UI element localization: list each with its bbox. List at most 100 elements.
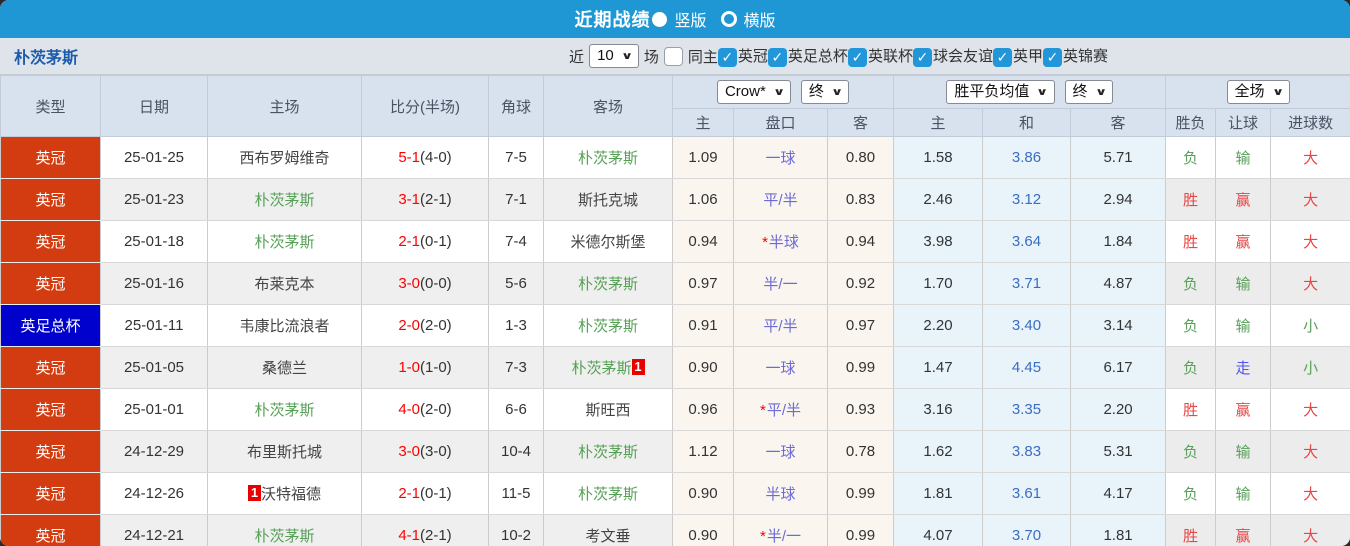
table-row: 英足总杯 25-01-11 韦康比流浪者 2-0(2-0) 1-3 朴茨茅斯 0…	[0, 304, 1350, 347]
cell-avg-away: 5.71	[1070, 136, 1167, 179]
cell-avg-draw: 4.45	[982, 346, 1072, 389]
check-icon: ✓	[1046, 49, 1059, 66]
recent-count-select[interactable]: 10 ∨	[589, 43, 639, 69]
cell-corners: 11-5	[488, 472, 544, 515]
handicap-text: 半/一	[766, 528, 801, 545]
cell-date: 24-12-21	[100, 514, 208, 546]
cell-away: 米德尔斯堡	[543, 220, 673, 263]
avg-final-select[interactable]: 终 ∨	[1064, 79, 1113, 105]
cell-league: 英冠	[0, 472, 101, 515]
check-icon: ✓	[771, 49, 784, 66]
cell-result-handicap: 赢	[1215, 514, 1272, 546]
avg-final-value: 终	[1072, 82, 1088, 100]
cell-corners: 10-4	[488, 430, 544, 473]
col-header-away: 客场	[543, 75, 673, 137]
handicap-text: 半/一	[763, 276, 798, 293]
check-icon: ✓	[916, 49, 929, 66]
team-name: 米德尔斯堡	[570, 234, 646, 251]
avg-metric-select[interactable]: 胜平负均值 ∨	[946, 79, 1055, 105]
cell-avg-draw: 3.71	[982, 262, 1072, 305]
score-main: 1-0	[398, 359, 420, 376]
cell-avg-draw: 3.86	[982, 136, 1072, 179]
cell-avg-home: 3.98	[893, 220, 984, 263]
fulltime-scope-select[interactable]: 全场 ∨	[1226, 79, 1290, 105]
sub-header-avg-draw: 和	[982, 108, 1072, 137]
cell-away: 斯托克城	[543, 178, 673, 221]
cell-date: 25-01-11	[100, 304, 208, 347]
handicap-text: 一球	[765, 150, 796, 167]
cell-avg-away: 1.81	[1070, 514, 1167, 546]
cell-crow-away: 0.78	[826, 430, 895, 473]
team-name: 朴茨茅斯	[254, 402, 315, 419]
cell-away: 考文垂	[543, 514, 673, 546]
red-card-badge: 1	[631, 359, 645, 375]
cell-home: 朴茨茅斯	[207, 178, 362, 221]
cell-corners: 7-3	[488, 346, 544, 389]
cell-away: 朴茨茅斯 1	[543, 346, 673, 389]
cell-crow-home: 1.09	[672, 136, 734, 179]
cell-corners: 6-6	[488, 388, 544, 431]
league-checkbox-3[interactable]: ✓	[912, 47, 932, 67]
cell-home: 布莱克本	[207, 262, 362, 305]
chevron-down-icon: ∨	[620, 50, 633, 62]
league-filters: ✓ 英冠 ✓ 英足总杯 ✓ 英联杯 ✓ 球会友谊 ✓ 英甲 ✓ 英锦赛	[717, 45, 1108, 67]
recent-label: 近	[569, 48, 585, 66]
cell-avg-draw: 3.35	[982, 388, 1072, 431]
cell-score: 3-0(3-0)	[361, 430, 489, 473]
radio-horizontal-layout[interactable]	[720, 11, 737, 27]
same-home-checkbox[interactable]	[663, 46, 683, 66]
score-main: 3-0	[398, 443, 420, 460]
cell-result-wdl: 负	[1165, 472, 1217, 515]
radio-vertical-label[interactable]: 竖版	[674, 7, 706, 31]
cell-league: 英冠	[0, 262, 101, 305]
table-header: 类型 日期 主场 比分(半场) 角球 客场 Crow* ∨ 终 ∨ 胜平负均值 …	[0, 75, 1350, 137]
cell-date: 25-01-16	[100, 262, 208, 305]
check-icon: ✓	[721, 49, 734, 66]
fulltime-scope-value: 全场	[1234, 82, 1265, 100]
team-name: 西布罗姆维奇	[239, 150, 330, 167]
cell-avg-away: 4.87	[1070, 262, 1167, 305]
cell-result-handicap: 赢	[1215, 220, 1272, 263]
team-name: 朴茨茅斯	[577, 276, 638, 293]
sub-header-crow-away: 客	[826, 108, 895, 137]
cell-result-handicap: 赢	[1215, 178, 1272, 221]
cell-date: 25-01-25	[100, 136, 208, 179]
cell-handicap: 平/半	[733, 304, 828, 347]
star-mark: *	[759, 528, 766, 545]
team-name: 朴茨茅斯	[577, 486, 638, 503]
cell-score: 2-1(0-1)	[361, 220, 489, 263]
league-checkbox-5[interactable]: ✓	[1042, 47, 1062, 67]
cell-handicap: 一球	[733, 430, 828, 473]
team-name: 朴茨茅斯	[577, 150, 638, 167]
league-checkbox-1[interactable]: ✓	[767, 47, 787, 67]
crow-company-select[interactable]: Crow* ∨	[716, 79, 791, 105]
radio-vertical-layout[interactable]	[652, 11, 668, 27]
cell-result-handicap: 输	[1215, 136, 1272, 179]
team-name: 朴茨茅斯	[577, 444, 638, 461]
league-checkbox-2[interactable]: ✓	[847, 47, 867, 67]
cell-avg-draw: 3.70	[982, 514, 1072, 546]
league-label-1: 英足总杯	[787, 48, 848, 66]
cell-league: 英冠	[0, 136, 101, 179]
score-main: 2-1	[398, 485, 420, 502]
cell-result-goals: 大	[1270, 472, 1350, 515]
cell-date: 25-01-18	[100, 220, 208, 263]
cell-result-wdl: 胜	[1165, 178, 1217, 221]
cell-crow-away: 0.99	[826, 472, 895, 515]
team-name: 韦康比流浪者	[239, 318, 330, 335]
cell-league: 英冠	[0, 388, 101, 431]
crow-final-select[interactable]: 终 ∨	[800, 79, 850, 105]
league-checkbox-4[interactable]: ✓	[992, 47, 1012, 67]
league-label-3: 球会友谊	[932, 48, 993, 66]
col-header-corners: 角球	[488, 75, 544, 137]
cell-date: 25-01-05	[100, 346, 208, 389]
team-name: 沃特福德	[260, 486, 321, 503]
team-name: 布里斯托城	[246, 444, 322, 461]
handicap-text: 半球	[765, 486, 796, 503]
handicap-text: 平/半	[766, 402, 801, 419]
cell-crow-away: 0.92	[826, 262, 895, 305]
league-checkbox-0[interactable]: ✓	[717, 47, 737, 67]
table-row: 英冠 25-01-25 西布罗姆维奇 5-1(4-0) 7-5 朴茨茅斯 1.0…	[0, 136, 1350, 179]
radio-horizontal-label[interactable]: 横版	[744, 7, 776, 31]
chevron-down-icon: ∨	[1094, 86, 1107, 98]
